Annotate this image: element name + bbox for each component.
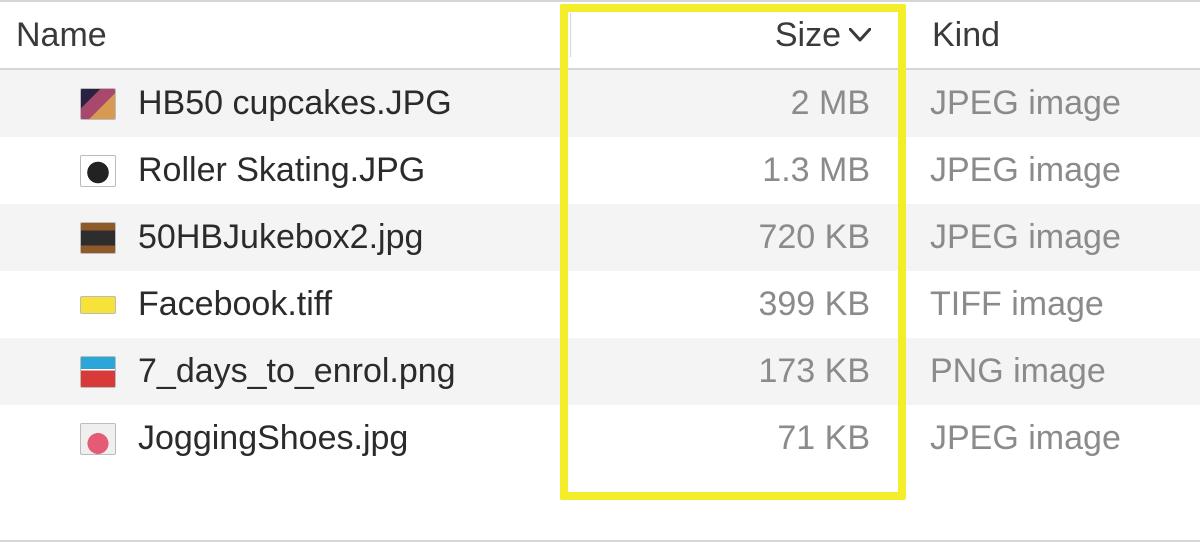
cell-kind: TIFF image	[900, 285, 1200, 324]
file-rows: HB50 cupcakes.JPG 2 MB JPEG image Roller…	[0, 70, 1200, 472]
column-header-size-label: Size	[775, 16, 841, 55]
file-size: 720 KB	[758, 218, 870, 257]
column-header-row: Name Size Kind	[0, 2, 1200, 70]
cell-kind: JPEG image	[900, 151, 1200, 190]
file-thumbnail-icon	[80, 88, 116, 120]
file-thumbnail-icon	[80, 356, 116, 388]
column-header-name[interactable]: Name	[0, 16, 570, 55]
cell-kind: JPEG image	[900, 419, 1200, 458]
table-row[interactable]: Facebook.tiff 399 KB TIFF image	[0, 271, 1200, 338]
column-header-kind-label: Kind	[932, 16, 1000, 55]
file-name: 50HBJukebox2.jpg	[138, 218, 423, 257]
cell-kind: JPEG image	[900, 84, 1200, 123]
file-kind: JPEG image	[930, 419, 1121, 457]
cell-size: 71 KB	[570, 419, 900, 458]
file-kind: JPEG image	[930, 151, 1121, 189]
cell-kind: PNG image	[900, 352, 1200, 391]
file-size: 399 KB	[758, 285, 870, 324]
cell-size: 173 KB	[570, 352, 900, 391]
cell-size: 720 KB	[570, 218, 900, 257]
cell-name: HB50 cupcakes.JPG	[0, 84, 570, 123]
table-row[interactable]: HB50 cupcakes.JPG 2 MB JPEG image	[0, 70, 1200, 137]
file-size: 71 KB	[777, 419, 870, 458]
file-name: JoggingShoes.jpg	[138, 419, 408, 458]
file-kind: JPEG image	[930, 218, 1121, 256]
file-name: Roller Skating.JPG	[138, 151, 425, 190]
cell-size: 1.3 MB	[570, 151, 900, 190]
table-row[interactable]: 7_days_to_enrol.png 173 KB PNG image	[0, 338, 1200, 405]
cell-kind: JPEG image	[900, 218, 1200, 257]
file-list-window: Name Size Kind HB50 cupcakes.JPG 2 MB JP…	[0, 0, 1200, 542]
file-thumbnail-icon	[80, 222, 116, 254]
cell-name: JoggingShoes.jpg	[0, 419, 570, 458]
file-thumbnail-icon	[80, 296, 116, 314]
column-header-size[interactable]: Size	[571, 16, 901, 55]
file-size: 2 MB	[791, 84, 870, 123]
file-name: 7_days_to_enrol.png	[138, 352, 456, 391]
cell-size: 399 KB	[570, 285, 900, 324]
file-thumbnail-icon	[80, 155, 116, 187]
file-size: 173 KB	[758, 352, 870, 391]
cell-size: 2 MB	[570, 84, 900, 123]
cell-name: 7_days_to_enrol.png	[0, 352, 570, 391]
cell-name: Roller Skating.JPG	[0, 151, 570, 190]
file-name: Facebook.tiff	[138, 285, 332, 324]
file-thumbnail-icon	[80, 423, 116, 455]
file-kind: PNG image	[930, 352, 1106, 390]
column-header-kind[interactable]: Kind	[902, 16, 1200, 55]
cell-name: 50HBJukebox2.jpg	[0, 218, 570, 257]
cell-name: Facebook.tiff	[0, 285, 570, 324]
file-name: HB50 cupcakes.JPG	[138, 84, 452, 123]
table-row[interactable]: 50HBJukebox2.jpg 720 KB JPEG image	[0, 204, 1200, 271]
table-row[interactable]: Roller Skating.JPG 1.3 MB JPEG image	[0, 137, 1200, 204]
file-kind: JPEG image	[930, 84, 1121, 122]
column-header-name-label: Name	[16, 16, 107, 55]
file-size: 1.3 MB	[762, 151, 870, 190]
chevron-down-icon	[849, 28, 871, 42]
table-row[interactable]: JoggingShoes.jpg 71 KB JPEG image	[0, 405, 1200, 472]
file-kind: TIFF image	[930, 285, 1104, 323]
